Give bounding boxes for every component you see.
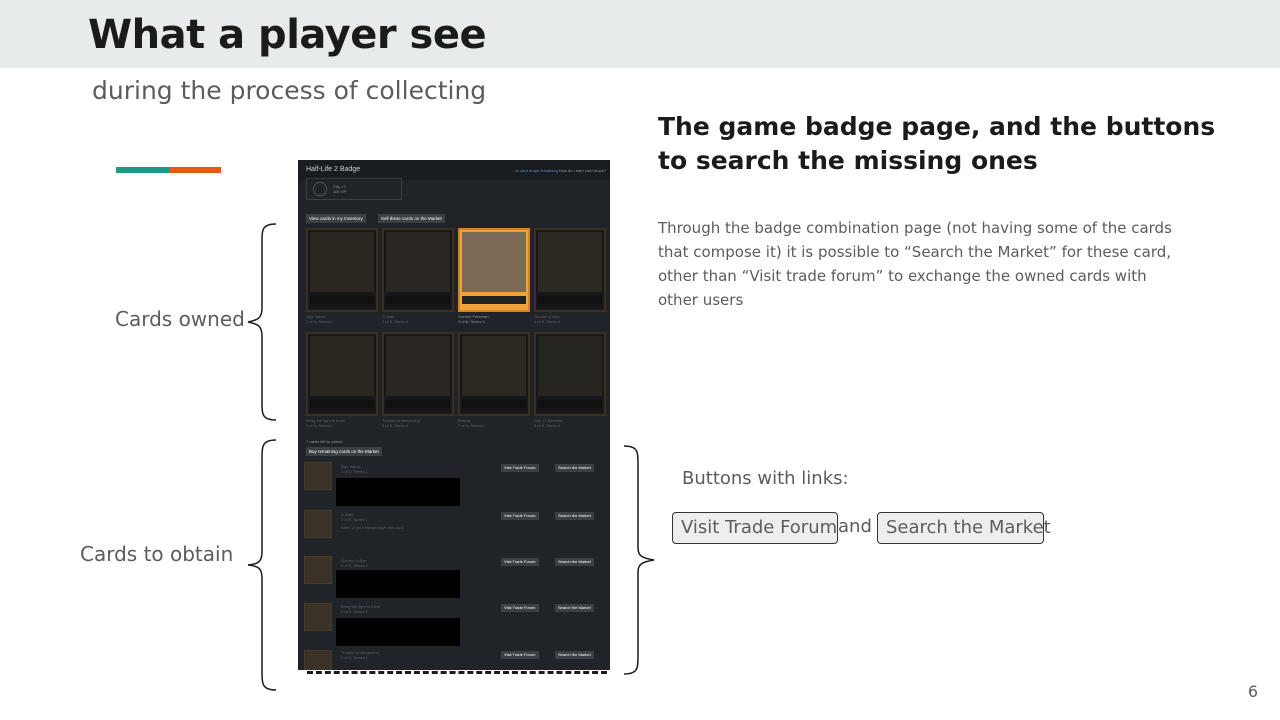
card-band bbox=[538, 296, 602, 304]
missing-card-count: 6 of 8, Series 1 bbox=[341, 655, 368, 660]
badge-box: City 17 100 XP bbox=[306, 178, 402, 200]
card-count: 1 of 8, Series 1 bbox=[306, 319, 333, 324]
missing-card-info: Gordon & Alyx 4 of 8, Series 1 bbox=[341, 558, 368, 568]
card-gordon-alyx[interactable] bbox=[534, 228, 606, 312]
card-g-man[interactable] bbox=[382, 228, 454, 312]
card-art bbox=[310, 232, 374, 292]
cards-to-obtain-label: Cards to obtain bbox=[80, 542, 234, 566]
steam-header-links: no card drops remaining How do I earn ca… bbox=[515, 168, 606, 173]
card-art bbox=[310, 336, 374, 396]
cards-owned-brace bbox=[247, 223, 277, 421]
missing-card-thumb bbox=[304, 603, 332, 631]
missing-card-thumb bbox=[304, 510, 332, 538]
row-visit-trade-forum-button[interactable]: Visit Trade Forum bbox=[501, 651, 539, 659]
card-caption: Rebels 7 of 8, Series 1 bbox=[458, 418, 530, 428]
card-count: 2 of 8, Series 1 bbox=[382, 319, 409, 324]
slide-title: What a player see bbox=[88, 12, 487, 58]
buy-remaining-button[interactable]: Buy remaining cards on the Market bbox=[306, 447, 382, 456]
accent-line-orange bbox=[169, 167, 221, 173]
card-art bbox=[386, 336, 450, 396]
card-count: 7 of 8, Series 1 bbox=[458, 423, 485, 428]
card-caption: Alyx Vance 1 of 8, Series 1 bbox=[306, 314, 378, 324]
missing-card-info: Bring the fight to them 5 of 8, Series 1 bbox=[341, 604, 380, 614]
row-visit-trade-forum-button[interactable]: Visit Trade Forum bbox=[501, 558, 539, 566]
missing-card-thumb bbox=[304, 556, 332, 584]
buttons-label: Buttons with links: bbox=[682, 468, 849, 489]
steam-badge-screenshot: Half-Life 2 Badge no card drops remainin… bbox=[298, 160, 610, 670]
card-count: 6 of 8, Series 1 bbox=[382, 423, 409, 428]
row-search-market-button[interactable]: Search the Market bbox=[555, 512, 594, 520]
card-caption: Gordon & Alyx 4 of 8, Series 1 bbox=[534, 314, 606, 324]
section-body: Through the badge combination page (not … bbox=[658, 219, 1172, 309]
card-art bbox=[538, 336, 602, 396]
row-visit-trade-forum-button[interactable]: Visit Trade Forum bbox=[501, 604, 539, 612]
how-get-link[interactable]: How do I earn card drops? bbox=[559, 168, 606, 173]
row-visit-trade-forum-button[interactable]: Visit Trade Forum bbox=[501, 464, 539, 472]
card-band bbox=[538, 400, 602, 408]
missing-card-info: G-Man 2 of 8, Series 1 None of your frie… bbox=[341, 512, 403, 530]
card-art bbox=[538, 232, 602, 292]
redacted-block bbox=[336, 618, 460, 646]
card-band bbox=[462, 400, 526, 408]
badge-level: City 17 100 XP bbox=[333, 184, 346, 194]
section-title: The game badge page, and the buttons to … bbox=[658, 112, 1216, 175]
search-the-market-button[interactable]: Search the Market bbox=[877, 512, 1051, 544]
missing-card-count: 1 of 8, Series 1 bbox=[341, 469, 368, 474]
card-band bbox=[386, 296, 450, 304]
card-band bbox=[462, 296, 526, 304]
view-inventory-button[interactable]: View cards in my Inventory bbox=[306, 214, 366, 223]
row-search-market-button[interactable]: Search the Market bbox=[555, 604, 594, 612]
card-caption: Trouble Underground 6 of 8, Series 1 bbox=[382, 418, 454, 428]
visit-trade-forum-button[interactable]: Visit Trade Forum bbox=[672, 512, 838, 544]
cards-left-text: 7 cards left to collect bbox=[306, 439, 343, 444]
row-visit-trade-forum-button[interactable]: Visit Trade Forum bbox=[501, 512, 539, 520]
card-caption: City 17 Nemesis 8 of 8, Series 1 bbox=[534, 418, 606, 428]
buttons-brace bbox=[623, 445, 655, 675]
card-art bbox=[386, 232, 450, 292]
card-alyx-vance[interactable] bbox=[306, 228, 378, 312]
missing-card-count: 2 of 8, Series 1 bbox=[341, 517, 368, 522]
missing-card-info: Alyx Vance 1 of 8, Series 1 bbox=[341, 464, 368, 474]
card-band bbox=[310, 296, 374, 304]
card-art bbox=[462, 232, 526, 292]
slide-subtitle: during the process of collecting bbox=[92, 76, 487, 105]
missing-card-count: 4 of 8, Series 1 bbox=[341, 563, 368, 568]
card-gordon-freeman[interactable] bbox=[458, 228, 530, 312]
card-caption: Gordon Freeman 3 of 8, Series 1 bbox=[458, 314, 530, 324]
no-drops-link[interactable]: no card drops remaining bbox=[515, 168, 558, 173]
steam-badge-title: Half-Life 2 Badge bbox=[306, 166, 361, 173]
missing-card-thumb bbox=[304, 462, 332, 490]
badge-xp: 100 XP bbox=[333, 189, 347, 194]
accent-line-teal bbox=[116, 167, 169, 173]
card-caption: G-Man 2 of 8, Series 1 bbox=[382, 314, 454, 324]
card-caption: Bring the fight to them 5 of 8, Series 1 bbox=[306, 418, 378, 428]
missing-card-note: None of your friends have this card bbox=[341, 525, 404, 530]
missing-card-info: Trouble Underground 6 of 8, Series 1 bbox=[341, 650, 379, 660]
row-search-market-button[interactable]: Search the Market bbox=[555, 651, 594, 659]
and-text: and bbox=[838, 516, 872, 537]
cards-owned-label: Cards owned bbox=[115, 307, 245, 331]
redacted-block bbox=[336, 570, 460, 598]
card-city-17-nemesis[interactable] bbox=[534, 332, 606, 416]
card-count: 3 of 8, Series 1 bbox=[458, 319, 485, 324]
redacted-block bbox=[336, 478, 460, 506]
continuation-dashes bbox=[307, 671, 607, 674]
badge-icon bbox=[313, 182, 327, 196]
card-band bbox=[310, 400, 374, 408]
row-search-market-button[interactable]: Search the Market bbox=[555, 558, 594, 566]
page-number: 6 bbox=[1247, 682, 1258, 701]
card-band bbox=[386, 400, 450, 408]
row-search-market-button[interactable]: Search the Market bbox=[555, 464, 594, 472]
card-art bbox=[462, 336, 526, 396]
card-rebels[interactable] bbox=[458, 332, 530, 416]
card-count: 4 of 8, Series 1 bbox=[534, 319, 561, 324]
missing-card-count: 5 of 8, Series 1 bbox=[341, 609, 368, 614]
sell-cards-button[interactable]: Sell these cards on the Market bbox=[378, 214, 445, 223]
card-trouble-underground[interactable] bbox=[382, 332, 454, 416]
cards-to-obtain-brace bbox=[247, 439, 277, 691]
card-count: 8 of 8, Series 1 bbox=[534, 423, 561, 428]
card-bring-the-fight[interactable] bbox=[306, 332, 378, 416]
card-count: 5 of 8, Series 1 bbox=[306, 423, 333, 428]
missing-card-thumb bbox=[304, 650, 332, 670]
